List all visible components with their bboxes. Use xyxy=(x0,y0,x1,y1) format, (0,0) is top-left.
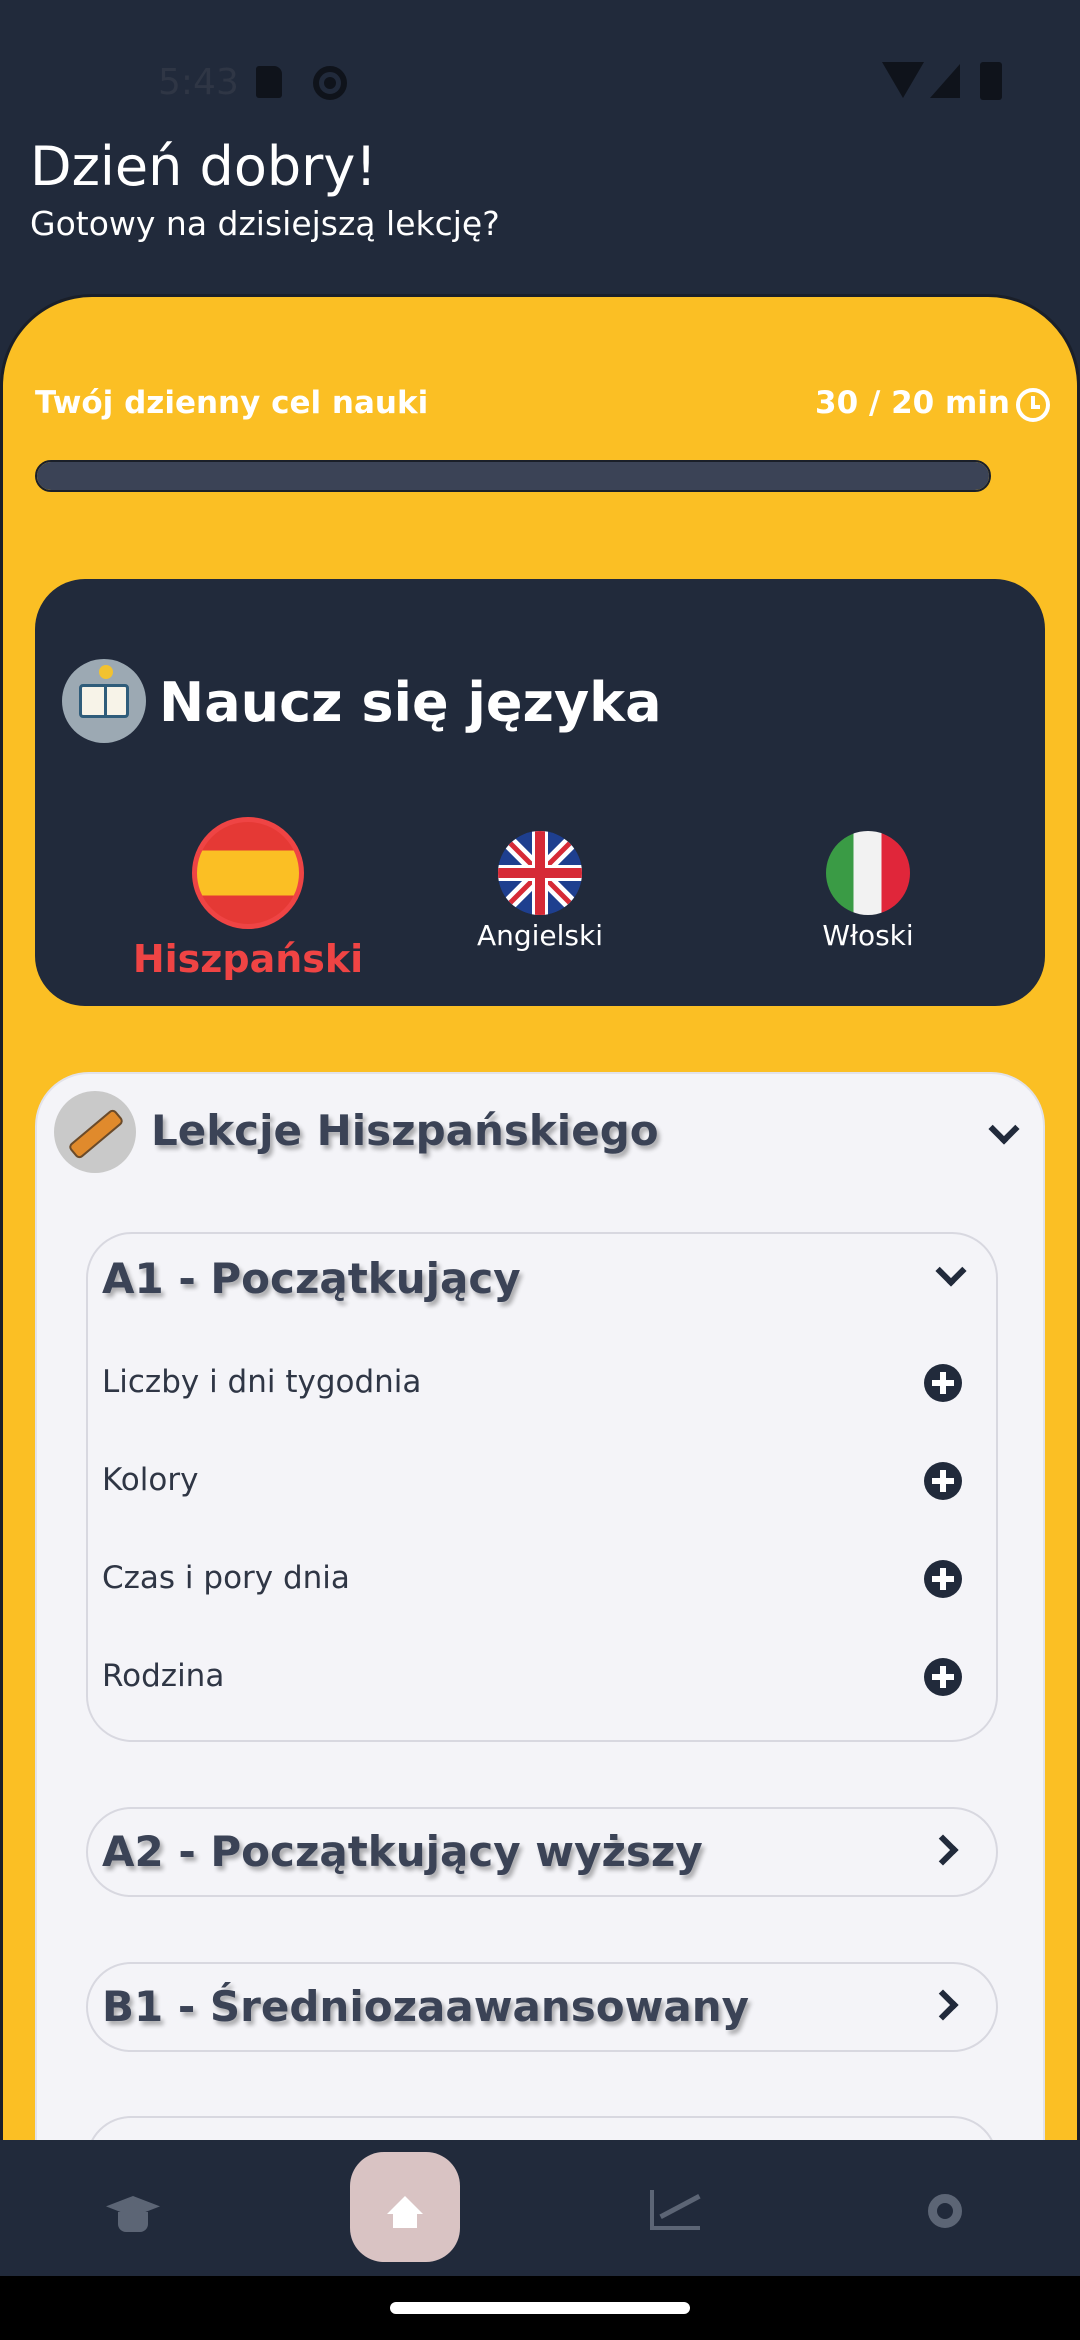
chevron-right-icon xyxy=(927,1989,959,2021)
lesson-item[interactable]: Liczby i dni tygodnia xyxy=(102,1352,982,1412)
greeting-header: Dzień dobry! Gotowy na dzisiejszą lekcję… xyxy=(30,132,500,246)
settings-status-icon xyxy=(313,66,347,100)
collapse-lessons-chevron-icon[interactable] xyxy=(988,1113,1020,1145)
add-lesson-icon[interactable] xyxy=(924,1560,962,1598)
lesson-item-label: Kolory xyxy=(102,1462,199,1498)
sd-card-icon xyxy=(256,66,282,98)
clock-icon xyxy=(1016,388,1050,422)
level-a1: A1 - Początkujący Liczby i dni tygodnia … xyxy=(86,1232,998,1742)
status-bar: 5:43 xyxy=(0,0,1080,140)
spain-flag-icon xyxy=(192,817,304,929)
graduation-cap-base xyxy=(118,2212,148,2232)
language-name: Hiszpański xyxy=(132,937,364,981)
greeting-title: Dzień dobry! xyxy=(30,135,377,198)
chevron-down-icon[interactable] xyxy=(935,1255,967,1287)
lessons-title: Lekcje Hiszpańskiego xyxy=(151,1106,659,1155)
battery-icon xyxy=(980,62,1002,100)
level-title[interactable]: A1 - Początkujący xyxy=(102,1254,521,1303)
daily-goal: Twój dzienny cel nauki 30 / 20 min xyxy=(35,385,1050,427)
chevron-right-icon xyxy=(927,1834,959,1866)
language-card-title: Naucz się języka xyxy=(159,671,662,734)
level-a2[interactable]: A2 - Początkujący wyższy xyxy=(86,1807,998,1897)
lesson-item[interactable]: Czas i pory dnia xyxy=(102,1548,982,1608)
level-title: B1 - Średniozaawansowany xyxy=(102,1982,750,2031)
progress-fill xyxy=(37,462,989,490)
lessons-card: Lekcje Hiszpańskiego A1 - Początkujący L… xyxy=(35,1072,1045,2206)
home-icon xyxy=(387,2196,423,2228)
language-name: Włoski xyxy=(822,919,914,952)
level-title: A2 - Początkujący wyższy xyxy=(102,1827,703,1876)
language-spanish[interactable]: Hiszpański xyxy=(98,817,398,981)
lesson-item-label: Czas i pory dnia xyxy=(102,1560,350,1596)
bottom-navigation xyxy=(0,2140,1080,2276)
lesson-item-label: Liczby i dni tygodnia xyxy=(102,1364,422,1400)
lesson-item[interactable]: Rodzina xyxy=(102,1646,982,1706)
lesson-item[interactable]: Kolory xyxy=(102,1450,982,1510)
uk-flag-icon xyxy=(498,831,582,915)
language-english[interactable]: Angielski xyxy=(390,817,690,952)
gesture-bar xyxy=(0,2276,1080,2340)
daily-goal-value: 30 / 20 min xyxy=(815,385,1010,421)
add-lesson-icon[interactable] xyxy=(924,1462,962,1500)
cellular-icon xyxy=(930,64,960,98)
wifi-icon xyxy=(882,62,924,98)
daily-goal-progress-bar xyxy=(35,460,991,492)
settings-icon[interactable] xyxy=(928,2194,962,2228)
book-icon xyxy=(62,659,146,743)
language-card: Naucz się języka Hiszpański Angielski Wł… xyxy=(35,579,1045,1006)
add-lesson-icon[interactable] xyxy=(924,1658,962,1696)
italy-flag-icon xyxy=(826,831,910,915)
greeting-subtitle: Gotowy na dzisiejszą lekcję? xyxy=(30,204,500,243)
language-name: Angielski xyxy=(476,919,604,952)
lesson-item-label: Rodzina xyxy=(102,1658,225,1694)
home-gesture-pill[interactable] xyxy=(390,2302,690,2314)
status-time: 5:43 xyxy=(158,62,239,103)
pencil-icon xyxy=(54,1091,136,1173)
add-lesson-icon[interactable] xyxy=(924,1364,962,1402)
chart-icon[interactable] xyxy=(650,2190,701,2230)
level-b1[interactable]: B1 - Średniozaawansowany xyxy=(86,1962,998,2052)
language-italian[interactable]: Włoski xyxy=(718,817,1018,952)
daily-goal-label: Twój dzienny cel nauki xyxy=(35,385,429,421)
